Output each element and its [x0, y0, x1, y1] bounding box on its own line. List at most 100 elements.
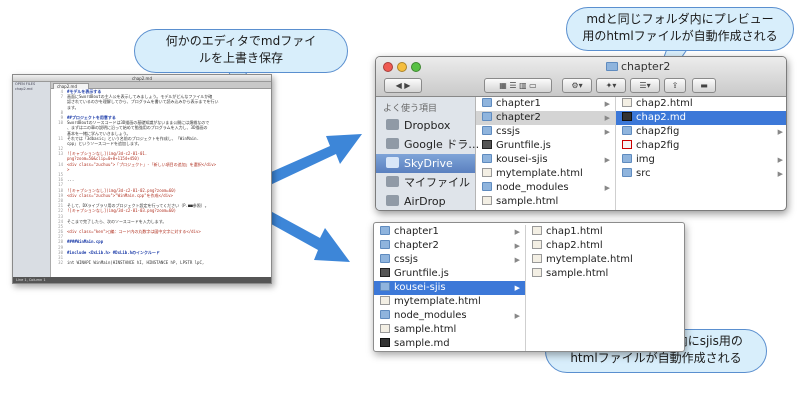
item-name: sample.html — [546, 268, 609, 279]
finder-column-kousei-sjis: chap1.html chap2.html mytemplate.html sampl… — [526, 225, 684, 351]
location-icon — [386, 176, 399, 187]
item-name: img — [636, 154, 655, 165]
file-row[interactable]: Gruntfile.js — [374, 267, 525, 281]
item-name: chap2fig — [636, 140, 680, 151]
finder-sidebar: よく使う項目 Dropbox Google ドラ… SkyDrive マイファイル Ai… — [376, 97, 479, 210]
folder-icon — [482, 98, 492, 107]
finder-toolbar: chapter2 ◀ ▶ ▦ ☰ ▥ ▭ ⚙▾ ✦▾ ☰▾ ⇪ ▬ — [376, 57, 786, 97]
file-row[interactable]: chap2.html — [526, 239, 684, 253]
editor-text-area[interactable]: 4 #モデルを表示する 7 画面にSwordBoutの主人公を表示してみましょう。モデ… — [51, 89, 271, 277]
sidebar-item[interactable]: AirDrop — [376, 192, 475, 210]
folder-row[interactable]: kousei-sjis ▶ — [374, 281, 525, 295]
md-file-icon — [380, 338, 390, 347]
js-file-icon — [482, 140, 492, 149]
disclosure-arrow-icon: ▶ — [514, 284, 520, 292]
item-name: cssjs — [496, 126, 520, 137]
md-file-icon — [622, 112, 632, 121]
folder-icon — [482, 154, 492, 163]
sidebar-item[interactable]: マイファイル — [376, 173, 475, 192]
line-text: <div class="zuchuu">「プロジェクト」-「新しい項目の追加」を… — [67, 161, 217, 167]
html-file-icon — [532, 226, 542, 235]
folder-icon — [606, 62, 618, 71]
sidebar-file[interactable]: chap2.md — [13, 87, 50, 92]
action-gear-button[interactable]: ⚙▾ — [562, 78, 592, 93]
arrange-button[interactable]: ☰▾ — [630, 78, 660, 93]
folder-icon — [380, 282, 390, 291]
disclosure-arrow-icon: ▶ — [604, 184, 610, 192]
editor-titlebar: chap2.md — [13, 75, 271, 82]
file-row[interactable]: mytemplate.html — [374, 295, 525, 309]
tags-button[interactable]: ▬ — [692, 78, 716, 93]
disclosure-arrow-icon: ▶ — [604, 114, 610, 122]
finder-column-root: chapter1 ▶ chapter2 ▶ cssjs ▶ Gruntfile.js kous… — [476, 97, 616, 210]
file-row[interactable]: sample.html — [374, 323, 525, 337]
folder-row[interactable]: src ▶ — [616, 167, 786, 181]
folder-row[interactable]: cssjs ▶ — [476, 125, 615, 139]
folder-row[interactable]: img ▶ — [616, 153, 786, 167]
editor-window: chap2.md OPEN FILES chap2.md chap2.md 4 #… — [12, 74, 272, 284]
item-name: kousei-sjis — [394, 282, 446, 293]
html-file-icon — [622, 98, 632, 107]
sidebar-item[interactable]: Dropbox — [376, 116, 475, 135]
file-row[interactable]: mytemplate.html — [526, 253, 684, 267]
file-row[interactable]: sample.html — [476, 195, 615, 209]
html-file-icon — [380, 324, 390, 333]
folder-row[interactable]: chapter2 ▶ — [476, 111, 615, 125]
item-name: sample.md — [394, 338, 450, 349]
callout-line: htmlファイルが自動作成される — [570, 351, 742, 365]
file-row[interactable]: chap2.md — [616, 111, 786, 125]
file-row[interactable]: mytemplate.html — [476, 167, 615, 181]
item-name: mytemplate.html — [496, 168, 583, 179]
finder-window-chapter2: chapter2 ◀ ▶ ▦ ☰ ▥ ▭ ⚙▾ ✦▾ ☰▾ ⇪ ▬ よく使う項目… — [375, 56, 787, 211]
item-name: chap2fig — [636, 126, 680, 137]
editor-sidebar: OPEN FILES chap2.md — [13, 82, 51, 277]
location-icon — [386, 195, 399, 206]
item-name: mytemplate.html — [546, 254, 633, 265]
folder-row[interactable]: node_modules ▶ — [476, 181, 615, 195]
sidebar-item[interactable]: SkyDrive — [376, 154, 475, 173]
finder-column-chapter2: chap2.html chap2.md chap2fig ▶ chap2fig img ▶ s… — [616, 97, 786, 210]
disclosure-arrow-icon: ▶ — [514, 256, 520, 264]
share-button[interactable]: ⇪ — [664, 78, 686, 93]
line-text: > — [67, 166, 70, 172]
callout-preview: mdと同じフォルダ内にプレビュー 用のhtmlファイルが自動作成される — [566, 7, 794, 51]
folder-row[interactable]: kousei-sjis ▶ — [476, 153, 615, 167]
item-name: node_modules — [394, 310, 467, 321]
callout-editor: 何かのエディタでmdファイ ルを上書き保存 — [134, 29, 348, 73]
arrow-to-finder1 — [262, 134, 362, 186]
file-row[interactable]: chap2fig — [616, 139, 786, 153]
folder-row[interactable]: chapter2 ▶ — [374, 239, 525, 253]
folder-row[interactable]: chapter1 ▶ — [476, 97, 615, 111]
back-forward-button[interactable]: ◀ ▶ — [384, 78, 422, 93]
html-file-icon — [482, 196, 492, 205]
callout-line: 用のhtmlファイルが自動作成される — [582, 29, 778, 43]
zoom-button[interactable] — [411, 62, 421, 72]
folder-row[interactable]: node_modules ▶ — [374, 309, 525, 323]
close-button[interactable] — [383, 62, 393, 72]
line-text: ます。 — [67, 104, 79, 110]
file-row[interactable]: sample.md — [374, 337, 525, 351]
folder-row[interactable]: chap2fig ▶ — [616, 125, 786, 139]
sidebar-item-label: Google ドラ… — [404, 138, 480, 151]
file-row[interactable]: Gruntfile.js — [476, 139, 615, 153]
sidebar-item[interactable]: Google ドラ… — [376, 135, 479, 154]
line-text: <div class="ken">□編：コード内の丸数字は図中文字に対する</d… — [67, 229, 201, 235]
item-name: Gruntfile.js — [394, 268, 449, 279]
dropbox-menu-button[interactable]: ✦▾ — [596, 78, 626, 93]
line-number: 32 — [58, 260, 63, 266]
minimize-button[interactable] — [397, 62, 407, 72]
file-row[interactable]: chap1.html — [526, 225, 684, 239]
file-row[interactable]: chap2.html — [616, 97, 786, 111]
file-row[interactable]: sample.html — [526, 267, 684, 281]
item-name: chapter2 — [496, 112, 541, 123]
view-mode-buttons[interactable]: ▦ ☰ ▥ ▭ — [484, 78, 552, 93]
item-name: sample.html — [496, 196, 559, 207]
html-file-icon — [380, 296, 390, 305]
folder-row[interactable]: chapter1 ▶ — [374, 225, 525, 239]
item-name: chap2.html — [546, 240, 603, 251]
folder-icon — [622, 168, 632, 177]
callout-line: mdと同じフォルダ内にプレビュー — [586, 12, 774, 26]
folder-row[interactable]: cssjs ▶ — [374, 253, 525, 267]
folder-icon — [482, 112, 492, 121]
item-name: src — [636, 168, 651, 179]
